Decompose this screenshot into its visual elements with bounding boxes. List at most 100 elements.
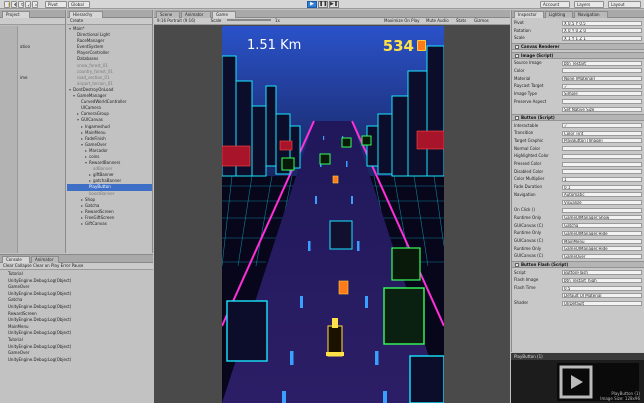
inspector-property: Fade Duration 0.1 bbox=[514, 184, 642, 190]
property-field[interactable]: X 0.5 Y 0.5 bbox=[562, 20, 642, 26]
property-field[interactable]: UI/Default bbox=[562, 300, 642, 306]
hand-tool-icon[interactable]: ✋ bbox=[4, 1, 10, 8]
property-field[interactable]: GameUIManager.Show bbox=[562, 215, 642, 221]
tab-lighting[interactable]: Lighting bbox=[545, 11, 573, 18]
property-field[interactable]: GameUIManager.Hide bbox=[562, 230, 642, 236]
move-tool-icon[interactable]: ✥ bbox=[11, 1, 17, 8]
console-log-entry[interactable]: Gatcha bbox=[0, 297, 153, 304]
rect-tool-icon[interactable]: ▭ bbox=[32, 1, 38, 8]
console-log-entry[interactable]: UnityEngine.Debug:Log(Object) bbox=[0, 317, 153, 324]
layout-dropdown[interactable]: Layout bbox=[608, 1, 641, 8]
console-log-entry[interactable]: GameOver bbox=[0, 350, 153, 357]
scale-tool-icon[interactable]: ⤢ bbox=[25, 1, 31, 8]
step-button[interactable]: ▶❚ bbox=[329, 1, 339, 8]
tab-inspector[interactable]: Inspector bbox=[514, 11, 544, 18]
tab-navigation[interactable]: Navigation bbox=[574, 11, 608, 18]
property-field[interactable]: None (Material) bbox=[562, 76, 642, 81]
property-field[interactable]: Default UI Material bbox=[562, 293, 642, 299]
inspector-property: Rotation X 0 Y 0 Z 0 bbox=[514, 28, 642, 34]
main-toolbar: ✋ ✥ ↻ ⤢ ▭ Pivot Global ▶ ❚❚ ▶❚ Account L… bbox=[0, 0, 644, 9]
scale-slider[interactable] bbox=[226, 19, 271, 21]
console-log-entry[interactable]: Tutorial bbox=[0, 271, 153, 278]
property-field[interactable]: PlayButton (Image) bbox=[562, 138, 642, 144]
pivot-toggle-button[interactable]: Pivot bbox=[45, 1, 67, 8]
layers-dropdown[interactable]: Layers bbox=[574, 1, 604, 8]
component-header[interactable]: Button (Script) bbox=[512, 114, 644, 121]
tab-project[interactable]: Project bbox=[2, 11, 30, 18]
property-field[interactable]: 0.1 bbox=[562, 184, 642, 190]
project-asset-list: ation ime bbox=[18, 26, 65, 99]
component-header[interactable]: Image (Script) bbox=[512, 51, 644, 59]
property-field[interactable]: 1 bbox=[562, 176, 642, 182]
component-enabled-checkbox[interactable] bbox=[515, 116, 519, 120]
property-field[interactable]: btn_restart bbox=[562, 60, 642, 66]
property-field[interactable]: 0.5 bbox=[562, 285, 642, 291]
tab-animator[interactable]: Animator bbox=[181, 11, 211, 18]
console-log-entry[interactable]: Tutorial bbox=[0, 337, 153, 344]
property-field[interactable] bbox=[562, 153, 642, 159]
property-field[interactable]: ButtonFlash bbox=[562, 270, 642, 276]
hierarchy-item[interactable]: ▸ GiftCanvas bbox=[67, 221, 152, 227]
console-log-entry[interactable]: UnityEngine.Debug:Log(Object) bbox=[0, 278, 153, 285]
property-field[interactable]: Set Native Size bbox=[562, 106, 642, 112]
property-field[interactable]: ✓ bbox=[562, 83, 642, 89]
property-field[interactable]: GameUIManager.Hide bbox=[562, 246, 642, 252]
stats-toggle[interactable]: Stats bbox=[456, 18, 466, 24]
property-field[interactable]: Color Tint bbox=[562, 130, 642, 136]
pause-button[interactable]: ❚❚ bbox=[318, 1, 328, 8]
console-log-entry[interactable]: MainMenu bbox=[0, 324, 153, 331]
inspector-property: On Click () bbox=[514, 207, 642, 213]
console-log-entry[interactable]: UnityEngine.Debug:Log(Object) bbox=[0, 357, 153, 364]
hierarchy-item-label: GUICanvas bbox=[81, 117, 103, 123]
component-header[interactable]: Button Flash (Script) bbox=[512, 261, 644, 269]
property-field[interactable] bbox=[562, 207, 642, 213]
property-field[interactable] bbox=[562, 99, 642, 105]
property-field[interactable]: X 1 Y 1 Z 1 bbox=[562, 35, 642, 41]
property-field[interactable]: Gatcha bbox=[562, 223, 642, 229]
property-field[interactable]: ✓ bbox=[562, 123, 642, 128]
tab-hierarchy[interactable]: Hierarchy bbox=[69, 11, 103, 18]
play-button[interactable]: ▶ bbox=[307, 1, 317, 8]
property-field[interactable]: Visualize bbox=[562, 200, 642, 205]
tab-game[interactable]: Game bbox=[212, 11, 236, 18]
property-field[interactable]: Automatic bbox=[562, 192, 642, 198]
component-enabled-checkbox[interactable] bbox=[515, 53, 519, 58]
property-field[interactable] bbox=[562, 169, 642, 175]
create-dropdown[interactable]: Create bbox=[70, 18, 83, 23]
rotate-tool-icon[interactable]: ↻ bbox=[18, 1, 24, 8]
tab-scene[interactable]: Scene bbox=[156, 11, 180, 18]
hierarchy-item-label: road_section_01 bbox=[77, 74, 110, 80]
game-render[interactable]: 1.51 Km 534 bbox=[222, 26, 444, 403]
aspect-dropdown[interactable]: 9:16 Portrait (9:16) bbox=[157, 18, 195, 23]
account-dropdown[interactable]: Account bbox=[540, 1, 570, 8]
maximize-on-play-toggle[interactable]: Maximize On Play bbox=[384, 18, 420, 24]
tab-animator-console[interactable]: Animator bbox=[31, 256, 59, 263]
console-log-entry[interactable]: UnityEngine.Debug:Log(Object) bbox=[0, 304, 153, 311]
component-enabled-checkbox[interactable] bbox=[515, 45, 519, 50]
mute-audio-toggle[interactable]: Mute Audio bbox=[426, 18, 449, 24]
inspector-property: Color bbox=[514, 68, 642, 74]
console-log-entry[interactable]: RewardScreen bbox=[0, 311, 153, 318]
property-field[interactable] bbox=[562, 68, 642, 74]
property-label: Fade Duration bbox=[514, 184, 543, 190]
console-log-entry[interactable]: UnityEngine.Debug:Log(Object) bbox=[0, 344, 153, 351]
console-log-entry[interactable]: GameOver bbox=[0, 284, 153, 291]
global-toggle-button[interactable]: Global bbox=[68, 1, 90, 8]
property-field[interactable] bbox=[562, 146, 642, 152]
console-log-entry[interactable]: UnityEngine.Debug:Log(Object) bbox=[0, 330, 153, 337]
project-folder-tree[interactable] bbox=[0, 26, 18, 253]
property-field[interactable]: btn_restart_high bbox=[562, 277, 642, 283]
property-field[interactable]: X 0 Y 0 Z 0 bbox=[562, 28, 642, 34]
project-asset-item[interactable] bbox=[18, 93, 65, 99]
property-field[interactable]: Simple bbox=[562, 91, 642, 97]
property-field[interactable]: MainMenu bbox=[562, 238, 642, 244]
component-enabled-checkbox[interactable] bbox=[515, 263, 519, 268]
property-label: Interactable bbox=[514, 122, 539, 128]
component-header[interactable]: Canvas Renderer bbox=[512, 43, 644, 51]
gizmos-dropdown[interactable]: Gizmos bbox=[474, 18, 489, 24]
property-field[interactable] bbox=[562, 161, 642, 167]
console-log-entry[interactable]: UnityEngine.Debug:Log(Object) bbox=[0, 291, 153, 298]
console-toolbar[interactable]: Clear Collapse Clear on Play Error Pause bbox=[0, 263, 153, 270]
tab-console[interactable]: Console bbox=[2, 256, 30, 263]
property-field[interactable]: GameOver bbox=[562, 253, 642, 259]
